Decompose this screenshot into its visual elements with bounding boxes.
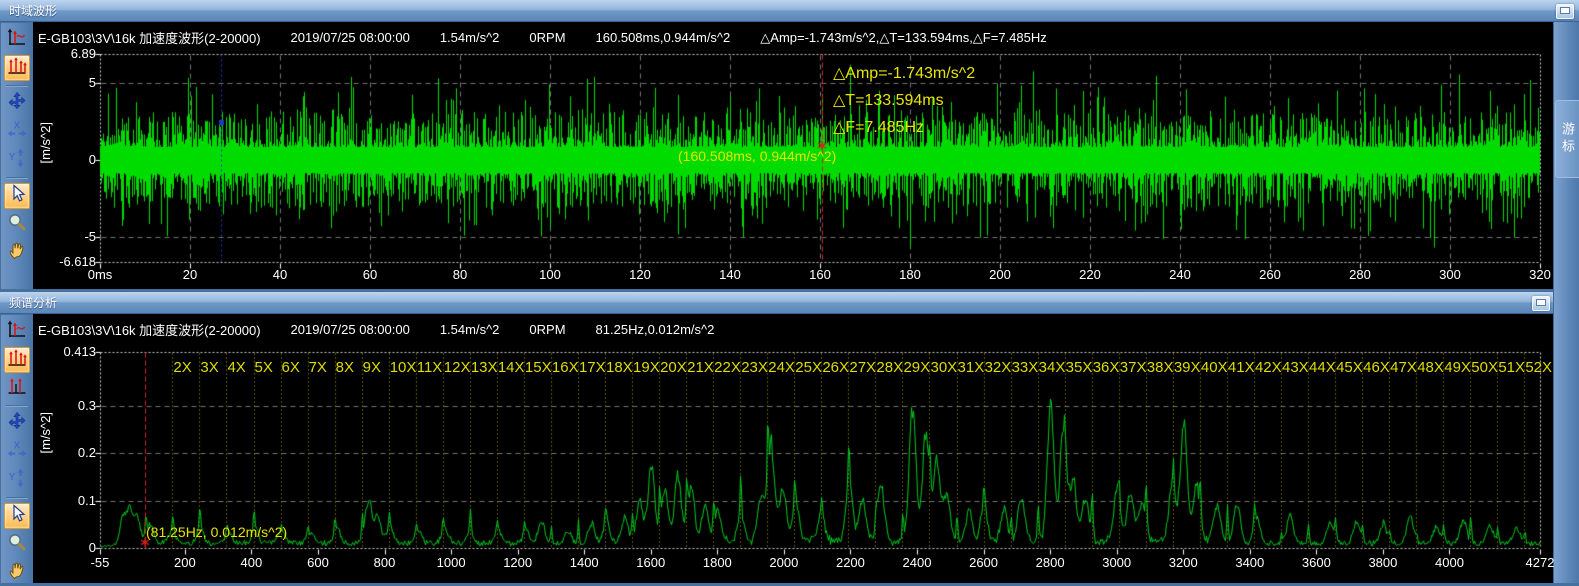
hand-button[interactable] xyxy=(4,239,30,265)
trace-info-field: 1.54m/s^2 xyxy=(440,30,500,45)
pan-move-icon xyxy=(6,91,28,118)
spectrum-toolbar: XY xyxy=(1,315,33,583)
y-scale-button[interactable]: Y xyxy=(4,467,30,493)
pointer-icon xyxy=(6,503,28,530)
toolbar-separator xyxy=(6,405,28,407)
toolbar-separator xyxy=(6,497,28,499)
time-plot-area[interactable] xyxy=(100,54,1540,262)
trace-info-field: 160.508ms,0.944m/s^2 xyxy=(596,30,731,45)
trace-info-field: 2019/07/25 08:00:00 xyxy=(291,30,410,45)
trace-info-field: △Amp=-1.743m/s^2,△T=133.594ms,△F=7.485Hz xyxy=(760,30,1046,46)
single-cursor-icon xyxy=(6,319,28,346)
collapse-icon xyxy=(1536,299,1546,306)
multi-cursor-button[interactable] xyxy=(4,347,30,373)
x-scale-button[interactable]: X xyxy=(4,439,30,465)
trace-info-field: 1.54m/s^2 xyxy=(440,322,500,337)
pan-move-icon xyxy=(6,411,28,438)
collapse-button-spectrum[interactable] xyxy=(1532,296,1550,311)
trace-info-field: E-GB103\3V\16k 加速度波形(2-20000) xyxy=(38,28,261,47)
zoom-button[interactable] xyxy=(4,531,30,557)
y-scale-icon: Y xyxy=(6,467,28,494)
multi-cursor-icon xyxy=(6,55,28,82)
trace-info-field: E-GB103\3V\16k 加速度波形(2-20000) xyxy=(38,320,261,339)
spectrum-panel-titlebar[interactable]: 频谱分析 xyxy=(0,292,1553,314)
trace-info-field: 0RPM xyxy=(529,322,565,337)
side-dock-tab-label: 游标 xyxy=(1558,122,1577,156)
multi-cursor-icon xyxy=(6,347,28,374)
toolbar-separator xyxy=(6,177,28,179)
pointer-button[interactable] xyxy=(4,503,30,529)
single-cursor-button[interactable] xyxy=(4,27,30,53)
pan-move-button[interactable] xyxy=(4,91,30,117)
single-cursor-icon xyxy=(6,27,28,54)
hand-icon xyxy=(6,239,28,266)
spectrum-panel-title: 频谱分析 xyxy=(9,294,57,311)
collapse-button-time[interactable] xyxy=(1556,4,1574,19)
pointer-icon xyxy=(6,183,28,210)
y-scale-button[interactable]: Y xyxy=(4,147,30,173)
zoom-icon xyxy=(6,211,28,238)
x-scale-icon: X xyxy=(6,439,28,466)
time-panel-title: 时域波形 xyxy=(9,2,57,19)
trace-info-field: 0RPM xyxy=(529,30,565,45)
svg-text:Y: Y xyxy=(9,472,16,483)
y-scale-icon: Y xyxy=(6,147,28,174)
single-cursor-button[interactable] xyxy=(4,319,30,345)
x-scale-icon: X xyxy=(6,119,28,146)
dual-cursor-icon xyxy=(6,375,28,402)
spectrum-trace-info-bar: E-GB103\3V\16k 加速度波形(2-20000) 2019/07/25 … xyxy=(38,320,714,339)
collapse-icon xyxy=(1560,7,1570,14)
toolbar-separator xyxy=(6,85,28,87)
x-scale-button[interactable]: X xyxy=(4,119,30,145)
side-dock-tab[interactable]: 游标 xyxy=(1555,100,1579,178)
spectrum-plot-area[interactable] xyxy=(100,352,1540,548)
time-panel-titlebar[interactable]: 时域波形 xyxy=(0,0,1579,22)
svg-text:Y: Y xyxy=(9,152,16,163)
trace-info-field: 2019/07/25 08:00:00 xyxy=(291,322,410,337)
zoom-button[interactable] xyxy=(4,211,30,237)
multi-cursor-button[interactable] xyxy=(4,55,30,81)
dual-cursor-button[interactable] xyxy=(4,375,30,401)
svg-text:X: X xyxy=(14,120,21,131)
hand-button[interactable] xyxy=(4,559,30,585)
trace-info-field: 81.25Hz,0.012m/s^2 xyxy=(596,322,715,337)
hand-icon xyxy=(6,559,28,586)
svg-text:X: X xyxy=(14,440,21,451)
time-trace-info-bar: E-GB103\3V\16k 加速度波形(2-20000) 2019/07/25 … xyxy=(38,28,1047,47)
pan-move-button[interactable] xyxy=(4,411,30,437)
pointer-button[interactable] xyxy=(4,183,30,209)
time-toolbar: XY xyxy=(1,23,33,289)
zoom-icon xyxy=(6,531,28,558)
